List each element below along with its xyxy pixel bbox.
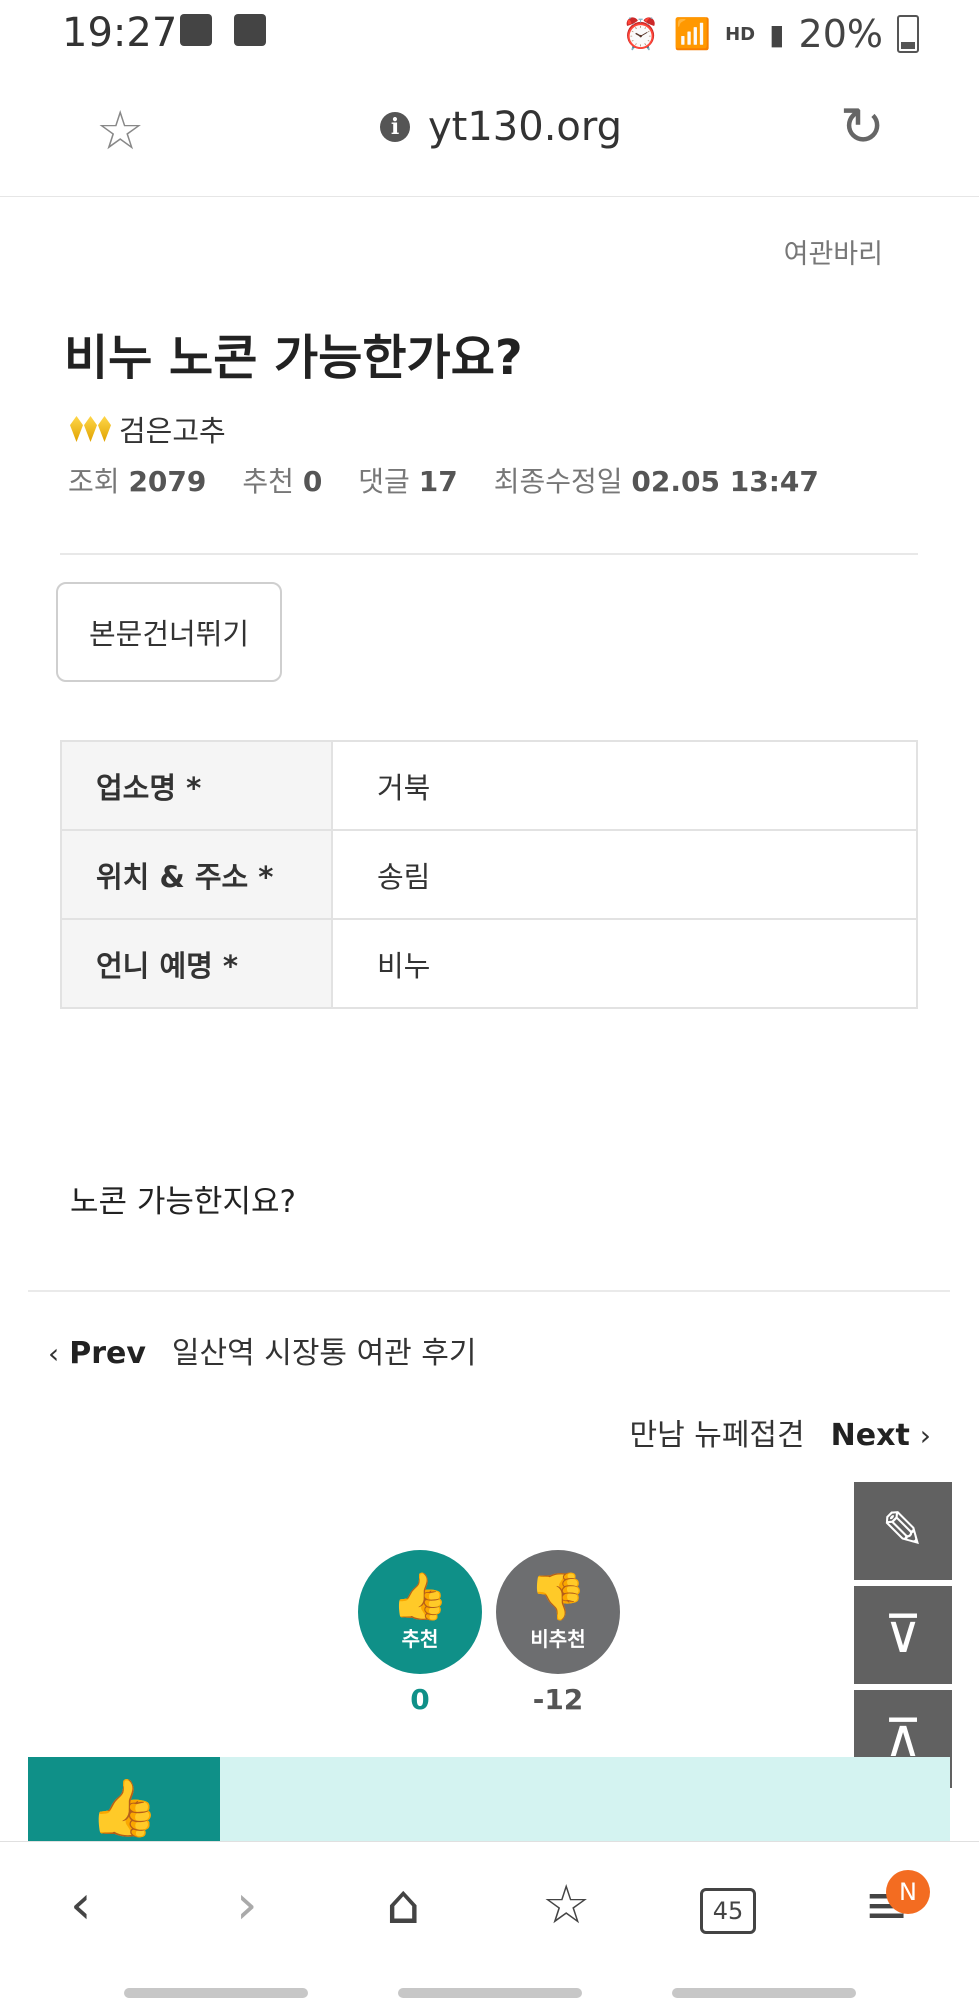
info-table: 업소명 * 거북 위치 & 주소 * 송림 언니 예명 * 비누 [60,740,918,1009]
table-row: 위치 & 주소 * 송림 [60,829,918,920]
chevron-right-icon: › [919,1419,931,1452]
thumbs-up-icon: 👍 [28,1757,220,1841]
upvote-label: 추천 [401,1626,439,1651]
downvote-count: -12 [532,1683,584,1716]
prev-title[interactable]: 일산역 시장통 여관 후기 [172,1328,477,1372]
floating-tools: ✎ ⊽ ⊼ [854,1482,952,1788]
upvote-button[interactable]: 👍 추천 [358,1550,482,1674]
bookmark-star-icon[interactable]: ☆ [96,104,144,158]
post-category[interactable]: 여관바리 [784,232,883,271]
forward-icon[interactable]: › [236,1878,258,1932]
post-meta: 조회 2079 추천 0 댓글 17 최종수정일 02.05 13:47 [68,460,819,500]
status-bar: 19:27 ⏰ 📶 HD ▮ 20% [0,0,979,64]
back-icon[interactable]: ‹ [70,1878,92,1932]
table-value: 거북 [331,740,918,831]
next-title[interactable]: 만남 뉴페접견 [630,1410,805,1454]
image-icon [180,14,212,46]
table-row: 언니 예명 * 비누 [60,918,918,1009]
skip-to-content-button[interactable]: 본문건너뛰기 [56,582,282,682]
post-title: 비누 노콘 가능한가요? [64,330,523,386]
table-label: 언니 예명 * [60,918,333,1009]
next-label[interactable]: Next [831,1418,910,1453]
divider [28,1290,950,1292]
url-bar: ☆ i yt130.org ↻ [0,64,979,197]
recommend-banner[interactable]: 👍 [28,1757,950,1841]
divider [60,553,918,555]
wifi-icon: 📶 [673,16,712,52]
prev-label[interactable]: Prev [69,1336,146,1371]
table-value: 송림 [331,829,918,920]
table-label: 위치 & 주소 * [60,829,333,920]
info-icon[interactable]: i [380,112,410,142]
signal-icon: ▮ [769,17,785,51]
tabs-icon[interactable]: 45 [700,1888,756,1934]
check-icon [234,14,266,46]
write-pencil-icon[interactable]: ✎ [854,1482,952,1580]
status-time: 19:27 [62,10,178,56]
likes-stat: 추천 0 [242,465,323,498]
downvote-label: 비추천 [530,1626,586,1651]
home-icon[interactable]: ⌂ [386,1878,420,1932]
author-name[interactable]: 검은고추 [119,408,226,450]
table-value: 비누 [331,918,918,1009]
address-field[interactable]: i yt130.org [380,104,622,150]
next-post-link[interactable]: 만남 뉴페접견 Next › [630,1410,932,1454]
upvote-count: 0 [410,1683,430,1716]
comments-stat: 댓글 17 [358,465,458,498]
table-row: 업소명 * 거북 [60,740,918,831]
menu-badge: N [886,1870,930,1914]
bookmarks-icon[interactable]: ☆ [542,1878,590,1932]
table-label: 업소명 * [60,740,333,831]
views-stat: 조회 2079 [68,465,207,498]
chevron-left-icon: ‹ [48,1337,60,1370]
hd-voice-icon: HD [725,23,756,45]
scroll-bottom-icon[interactable]: ⊽ [854,1586,952,1684]
thumbs-up-icon: 👍 [391,1568,449,1623]
battery-percent: 20% [798,12,883,56]
thumbs-down-icon: 👎 [529,1568,587,1623]
battery-icon [897,15,919,53]
gesture-bar [672,1988,856,1998]
prev-post-link[interactable]: ‹ Prev 일산역 시장통 여관 후기 [48,1328,477,1372]
gesture-bar [124,1988,308,1998]
modified-stat: 최종수정일 02.05 13:47 [493,465,819,498]
downvote-button[interactable]: 👎 비추천 [496,1550,620,1674]
alarm-icon: ⏰ [622,16,660,52]
url-text[interactable]: yt130.org [428,104,622,150]
post-body: 노콘 가능한지요? [70,1184,296,1220]
author-row[interactable]: 검은고추 [70,408,226,450]
browser-bottom-nav: ‹ › ⌂ ☆ 45 ≡ N [0,1841,979,2014]
reload-icon[interactable]: ↻ [840,100,885,154]
gesture-bar [398,1988,582,1998]
member-level-icon [70,416,111,442]
